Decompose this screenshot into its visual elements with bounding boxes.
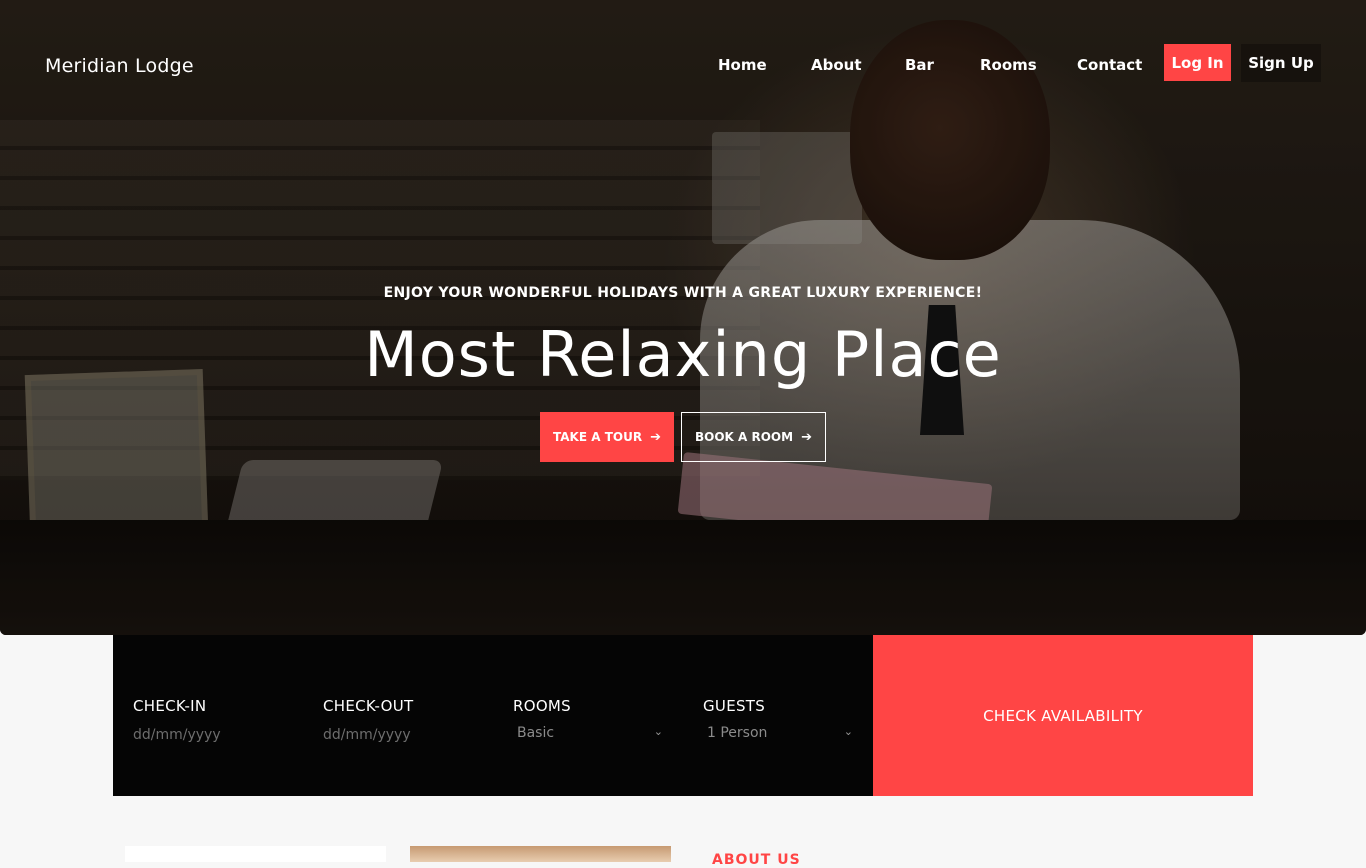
nav-item-contact[interactable]: Contact xyxy=(1077,56,1142,74)
checkout-field: CHECK-OUT dd/mm/yyyy xyxy=(323,635,493,796)
chevron-down-icon: ⌄ xyxy=(653,725,663,738)
booking-form: CHECK-IN dd/mm/yyyy CHECK-OUT dd/mm/yyyy… xyxy=(113,635,873,796)
hero-tagline: ENJOY YOUR WONDERFUL HOLIDAYS WITH A GRE… xyxy=(383,285,983,301)
nav-item-home[interactable]: Home xyxy=(718,56,767,74)
main-nav: Home About Bar Rooms Contact xyxy=(0,56,1366,76)
about-heading: ABOUT US xyxy=(712,852,801,868)
checkout-input[interactable]: dd/mm/yyyy xyxy=(323,727,411,743)
book-room-button[interactable]: BOOK A ROOM ➔ xyxy=(681,412,826,462)
hero-section: Meridian Lodge Home About Bar Rooms Cont… xyxy=(0,0,1366,635)
arrow-right-icon: ➔ xyxy=(650,429,661,445)
checkout-label: CHECK-OUT xyxy=(323,697,414,715)
arrow-right-icon: ➔ xyxy=(801,429,812,445)
rooms-selected-value: Basic xyxy=(517,725,555,741)
guests-field: GUESTS 1 Person ⌄ xyxy=(703,635,873,796)
about-card xyxy=(125,846,386,862)
book-room-label: BOOK A ROOM xyxy=(695,430,794,444)
rooms-label: ROOMS xyxy=(513,697,571,715)
login-button[interactable]: Log In xyxy=(1164,44,1231,81)
rooms-field: ROOMS Basic ⌄ xyxy=(513,635,683,796)
chevron-down-icon: ⌄ xyxy=(843,725,853,738)
take-tour-label: TAKE A TOUR xyxy=(553,430,643,444)
checkin-field: CHECK-IN dd/mm/yyyy xyxy=(133,635,303,796)
guests-selected-value: 1 Person xyxy=(707,725,768,741)
check-availability-button[interactable]: CHECK AVAILABILITY xyxy=(873,635,1253,796)
rooms-select[interactable]: Basic ⌄ xyxy=(513,725,663,747)
checkin-label: CHECK-IN xyxy=(133,697,207,715)
guests-select[interactable]: 1 Person ⌄ xyxy=(703,725,853,747)
take-tour-button[interactable]: TAKE A TOUR ➔ xyxy=(540,412,674,462)
nav-item-about[interactable]: About xyxy=(811,56,862,74)
signup-button[interactable]: Sign Up xyxy=(1241,44,1321,82)
nav-item-rooms[interactable]: Rooms xyxy=(980,56,1037,74)
guests-label: GUESTS xyxy=(703,697,766,715)
hero-title: Most Relaxing Place xyxy=(364,318,1002,391)
checkin-input[interactable]: dd/mm/yyyy xyxy=(133,727,221,743)
nav-item-bar[interactable]: Bar xyxy=(905,56,934,74)
about-image xyxy=(410,846,671,862)
